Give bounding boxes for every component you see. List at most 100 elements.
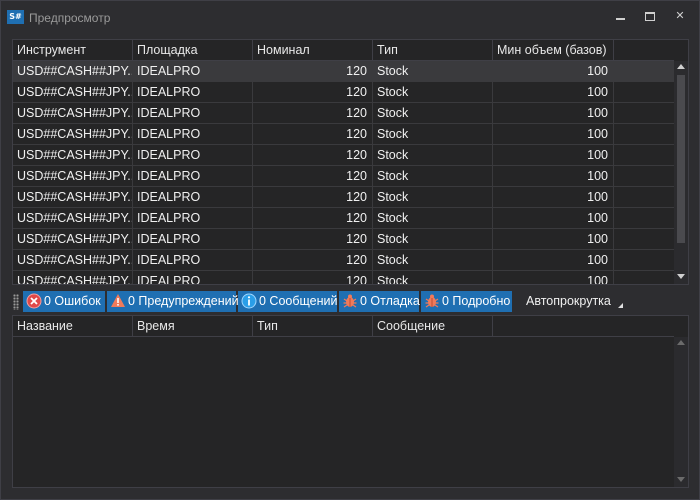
vertical-scrollbar[interactable]	[674, 61, 688, 284]
scroll-up-icon[interactable]	[677, 64, 685, 69]
column-header-name[interactable]: Название	[13, 316, 133, 337]
window-title: Предпросмотр	[29, 11, 111, 25]
debug-count-label: 0 Отладка	[360, 294, 420, 308]
log-empty-area	[13, 337, 674, 487]
cell-instrument: USD##CASH##JPY...	[13, 82, 133, 102]
column-header-min-volume[interactable]: Мин объем (базов)	[493, 40, 614, 61]
instruments-grid[interactable]: Инструмент Площадка Номинал Тип Мин объе…	[12, 39, 689, 285]
cell-instrument: USD##CASH##JPY...	[13, 187, 133, 207]
autoscroll-toggle[interactable]: Автопрокрутка	[526, 291, 611, 312]
cell-instrument: USD##CASH##JPY...	[13, 208, 133, 228]
cell-exchange: IDEALPRO	[133, 271, 253, 284]
cell-exchange: IDEALPRO	[133, 229, 253, 249]
column-header-log-type[interactable]: Тип	[253, 316, 373, 337]
cell-type: Stock	[373, 166, 493, 186]
bug-verbose-icon	[425, 294, 439, 308]
table-row[interactable]: USD##CASH##JPY... IDEALPRO 120 Stock 100	[13, 166, 674, 187]
cell-nominal: 120	[253, 271, 373, 284]
scroll-down-icon[interactable]	[677, 274, 685, 279]
bug-icon	[343, 294, 357, 308]
preview-window: S# Предпросмотр ✕ Инструмент Площадка Но…	[0, 0, 700, 500]
app-icon: S#	[7, 10, 24, 24]
log-vertical-scrollbar[interactable]	[674, 337, 688, 487]
cell-min-volume: 100	[493, 271, 614, 284]
cell-exchange: IDEALPRO	[133, 145, 253, 165]
table-row[interactable]: USD##CASH##JPY... IDEALPRO 120 Stock 100	[13, 61, 674, 82]
table-row[interactable]: USD##CASH##JPY... IDEALPRO 120 Stock 100	[13, 82, 674, 103]
messages-filter-button[interactable]: 0 Сообщений	[238, 291, 337, 312]
cell-exchange: IDEALPRO	[133, 187, 253, 207]
cell-type: Stock	[373, 229, 493, 249]
verbose-count-label: 0 Подробно	[442, 294, 511, 308]
cell-exchange: IDEALPRO	[133, 250, 253, 270]
cell-min-volume: 100	[493, 250, 614, 270]
cell-instrument: USD##CASH##JPY...	[13, 103, 133, 123]
cell-instrument: USD##CASH##JPY...	[13, 250, 133, 270]
cell-nominal: 120	[253, 124, 373, 144]
cell-min-volume: 100	[493, 187, 614, 207]
cell-instrument: USD##CASH##JPY...	[13, 229, 133, 249]
column-header-time[interactable]: Время	[133, 316, 253, 337]
debug-filter-button[interactable]: 0 Отладка	[339, 291, 420, 312]
cell-nominal: 120	[253, 82, 373, 102]
cell-min-volume: 100	[493, 229, 614, 249]
cell-min-volume: 100	[493, 145, 614, 165]
cell-nominal: 120	[253, 166, 373, 186]
title-bar: S# Предпросмотр ✕	[1, 1, 699, 33]
cell-nominal: 120	[253, 145, 373, 165]
maximize-icon	[645, 11, 655, 21]
log-scroll-up-icon[interactable]	[677, 340, 685, 345]
log-toolbar: 0 Ошибок 0 Предупреждений 0 Сообщений 0 …	[12, 291, 689, 313]
column-header-message[interactable]: Сообщение	[373, 316, 493, 337]
column-header-exchange[interactable]: Площадка	[133, 40, 253, 61]
cell-min-volume: 100	[493, 208, 614, 228]
column-header-instrument[interactable]: Инструмент	[13, 40, 133, 61]
warnings-count-label: 0 Предупреждений	[128, 294, 239, 308]
table-row[interactable]: USD##CASH##JPY... IDEALPRO 120 Stock 100	[13, 229, 674, 250]
cell-nominal: 120	[253, 103, 373, 123]
cell-instrument: USD##CASH##JPY...	[13, 61, 133, 81]
cell-instrument: USD##CASH##JPY...	[13, 271, 133, 284]
cell-exchange: IDEALPRO	[133, 82, 253, 102]
toolbar-grip[interactable]	[13, 294, 19, 310]
log-scroll-down-icon[interactable]	[677, 477, 685, 482]
scroll-thumb[interactable]	[677, 75, 685, 243]
cell-instrument: USD##CASH##JPY...	[13, 145, 133, 165]
table-row[interactable]: USD##CASH##JPY... IDEALPRO 120 Stock 100	[13, 124, 674, 145]
table-row[interactable]: USD##CASH##JPY... IDEALPRO 120 Stock 100	[13, 250, 674, 271]
minimize-button[interactable]	[607, 6, 633, 26]
cell-instrument: USD##CASH##JPY...	[13, 166, 133, 186]
column-header-nominal[interactable]: Номинал	[253, 40, 373, 61]
warning-icon	[111, 294, 125, 307]
error-icon	[26, 293, 42, 309]
maximize-button[interactable]	[637, 6, 663, 26]
errors-count-label: 0 Ошибок	[44, 294, 101, 308]
messages-count-label: 0 Сообщений	[259, 294, 338, 308]
close-button[interactable]: ✕	[667, 6, 693, 26]
errors-filter-button[interactable]: 0 Ошибок	[23, 291, 105, 312]
cell-nominal: 120	[253, 61, 373, 81]
cell-min-volume: 100	[493, 124, 614, 144]
cell-type: Stock	[373, 250, 493, 270]
cell-exchange: IDEALPRO	[133, 103, 253, 123]
log-grid-header: Название Время Тип Сообщение	[13, 316, 674, 337]
dropdown-corner-icon[interactable]	[618, 303, 623, 308]
cell-min-volume: 100	[493, 82, 614, 102]
info-icon	[241, 293, 257, 309]
table-row[interactable]: USD##CASH##JPY... IDEALPRO 120 Stock 100	[13, 208, 674, 229]
cell-min-volume: 100	[493, 61, 614, 81]
verbose-filter-button[interactable]: 0 Подробно	[421, 291, 512, 312]
table-row[interactable]: USD##CASH##JPY... IDEALPRO 120 Stock 100	[13, 103, 674, 124]
cell-type: Stock	[373, 124, 493, 144]
cell-nominal: 120	[253, 229, 373, 249]
warnings-filter-button[interactable]: 0 Предупреждений	[107, 291, 239, 312]
table-row[interactable]: USD##CASH##JPY... IDEALPRO 120 Stock 100	[13, 271, 674, 284]
table-row[interactable]: USD##CASH##JPY... IDEALPRO 120 Stock 100	[13, 187, 674, 208]
table-row[interactable]: USD##CASH##JPY... IDEALPRO 120 Stock 100	[13, 145, 674, 166]
cell-nominal: 120	[253, 187, 373, 207]
cell-type: Stock	[373, 271, 493, 284]
log-grid[interactable]: Название Время Тип Сообщение	[12, 315, 689, 488]
column-header-type[interactable]: Тип	[373, 40, 493, 61]
cell-type: Stock	[373, 145, 493, 165]
minimize-icon	[615, 18, 625, 20]
